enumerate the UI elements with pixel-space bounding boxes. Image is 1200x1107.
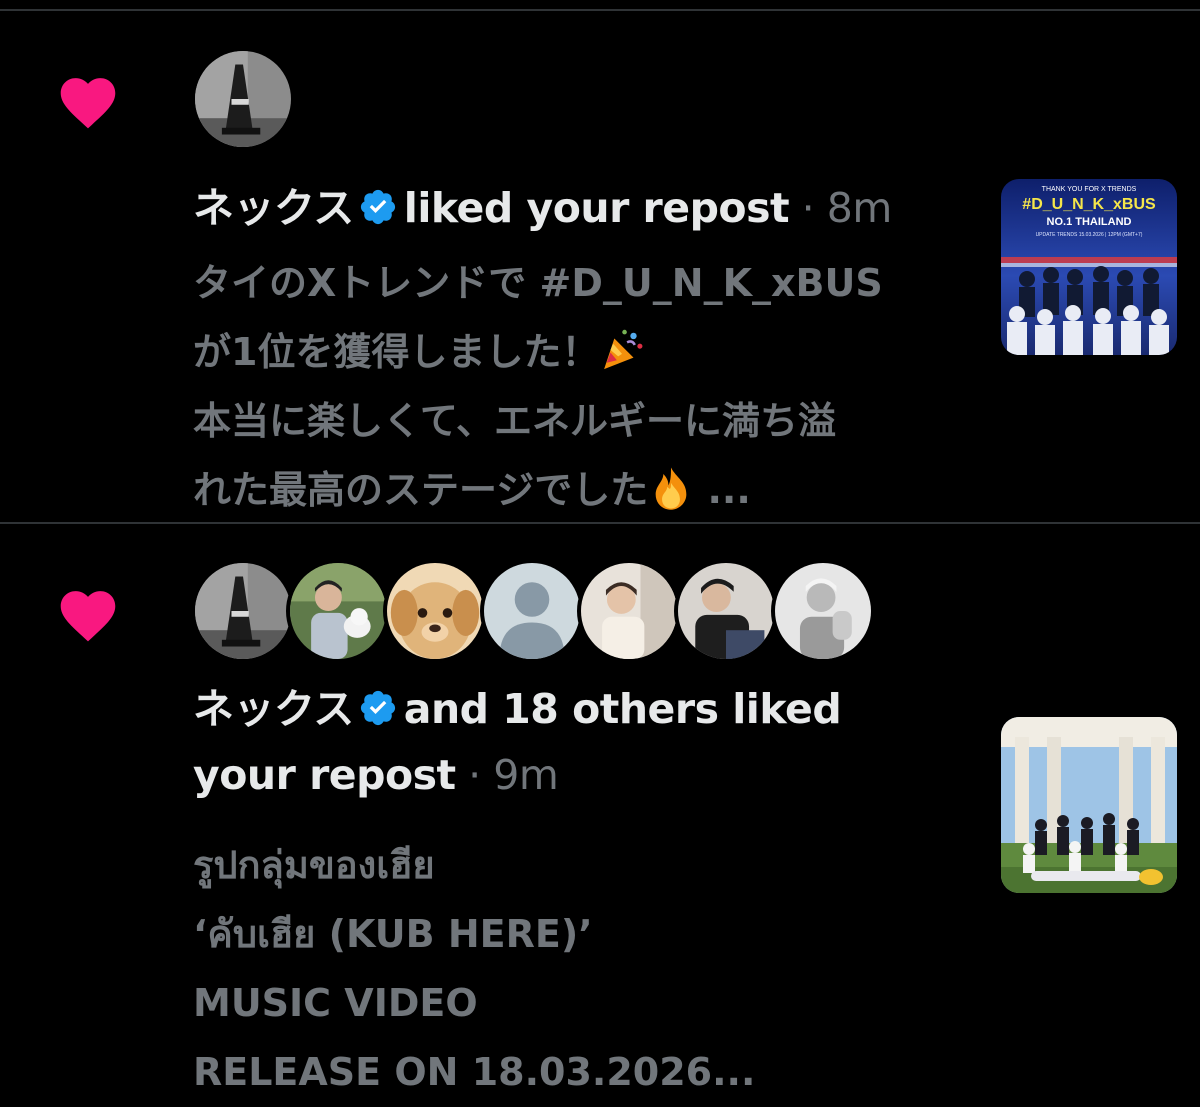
person-resting-avatar-image xyxy=(678,563,774,659)
person-white-shirt-avatar-image xyxy=(581,563,677,659)
post-text-line: RELEASE ON 18.03.2026... xyxy=(193,1050,756,1094)
avatar[interactable] xyxy=(383,559,487,663)
person-with-dog-avatar-image xyxy=(290,563,386,659)
avatar[interactable] xyxy=(286,559,390,663)
action-text: and 18 others liked xyxy=(403,685,842,733)
notification-divider xyxy=(0,522,1200,524)
separator-dot: · xyxy=(468,751,481,799)
post-thumbnail[interactable] xyxy=(1001,717,1177,893)
post-text-line: MUSIC VIDEO xyxy=(193,981,478,1025)
traffic-cone-avatar-image xyxy=(195,563,291,659)
avatar[interactable] xyxy=(480,559,584,663)
post-thumbnail[interactable]: THANK YOU FOR X TRENDS #D_U_N_K_xBUS NO.… xyxy=(1001,179,1177,355)
puppy-avatar-image xyxy=(387,563,483,659)
avatar[interactable] xyxy=(191,559,295,663)
timestamp: 8m xyxy=(826,184,893,232)
avatar[interactable] xyxy=(577,559,681,663)
notification-item[interactable]: ネックス liked your repost · 8m タイのXトレンドで #D_… xyxy=(0,11,1200,523)
traffic-cone-avatar-image xyxy=(195,51,291,147)
avatar[interactable] xyxy=(191,47,295,151)
notification-headline: ネックス liked your repost · 8m xyxy=(193,175,983,241)
timestamp: 9m xyxy=(493,751,559,799)
poster-line: #D_U_N_K_xBUS xyxy=(1022,196,1156,213)
post-text-line: ‘คับเฮีย (KUB HERE)’ xyxy=(193,912,593,956)
poster-line: THANK YOU FOR X TRENDS xyxy=(1042,186,1137,193)
trend-poster-image: THANK YOU FOR X TRENDS #D_U_N_K_xBUS NO.… xyxy=(1001,179,1177,355)
action-text: liked your repost xyxy=(403,184,790,232)
user-name[interactable]: ネックス xyxy=(193,685,354,733)
separator-dot: · xyxy=(801,184,815,232)
notification-headline: ネックス and 18 others liked your repost · 9m xyxy=(193,676,983,808)
poster-line: UPDATE TRENDS 15.03.2026 | 12PM (GMT+7) xyxy=(1036,232,1143,238)
verified-badge-icon xyxy=(360,690,395,726)
post-text-line: รูปกลุ่มของเฮีย xyxy=(193,843,435,887)
group-photo-image xyxy=(1001,717,1177,893)
notification-item[interactable]: ネックス and 18 others liked your repost · 9m … xyxy=(0,525,1200,1094)
post-text-line: れた最高のステージでした ... xyxy=(193,456,983,525)
monochrome-portrait-avatar-image xyxy=(775,563,871,659)
verified-badge-icon xyxy=(360,189,395,225)
poster-line: NO.1 THAILAND xyxy=(1047,216,1132,228)
post-text-line: が1位を獲得しました！ xyxy=(193,318,983,387)
heart-icon xyxy=(60,78,116,129)
post-preview-text: タイのXトレンドで #D_U_N_K_xBUS が1位を獲得しました！ 本当に楽… xyxy=(193,249,983,525)
heart-icon xyxy=(60,591,116,642)
party-popper-icon xyxy=(604,329,643,370)
post-preview-text: รูปกลุ่มของเฮีย ‘คับเฮีย (KUB HERE)’ MUS… xyxy=(193,831,983,1107)
user-name[interactable]: ネックス xyxy=(193,184,354,232)
avatar[interactable] xyxy=(771,559,875,663)
post-text-line: タイのXトレンドで #D_U_N_K_xBUS xyxy=(193,261,883,305)
post-text-line: 本当に楽しくて、エネルギーに満ち溢 xyxy=(193,399,836,443)
avatar[interactable] xyxy=(674,559,778,663)
fire-icon xyxy=(655,467,687,510)
default-profile-avatar-image xyxy=(484,563,580,659)
action-text: your repost xyxy=(193,751,456,799)
